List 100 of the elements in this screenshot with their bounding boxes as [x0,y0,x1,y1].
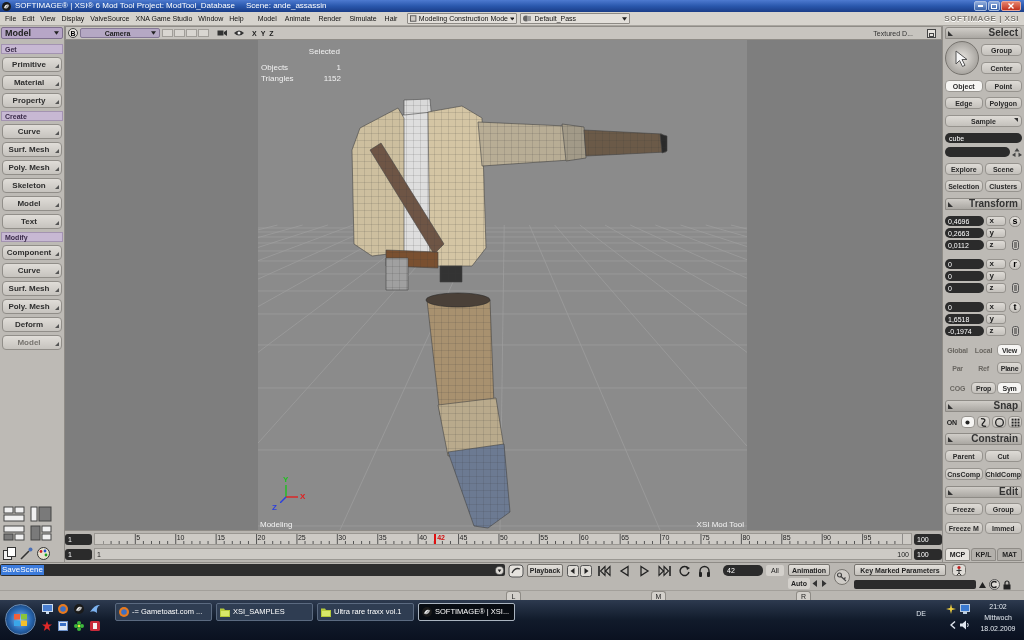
flower-icon[interactable] [74,621,84,631]
folder-icon [321,607,331,617]
star-icon[interactable] [42,621,52,631]
globe-icon[interactable] [58,604,68,614]
axis-button[interactable]: z [986,283,1007,293]
left-arrow-icon[interactable] [811,579,819,588]
menu-arrow-icon [55,82,59,86]
list-icon[interactable] [1011,326,1019,336]
arrows-icon[interactable] [1012,147,1022,157]
screen-icon[interactable] [960,604,970,614]
step-back-icon[interactable] [618,565,631,577]
toggle-slot[interactable] [198,29,209,37]
axis-gizmo-icon [280,485,298,503]
axis-button[interactable]: z [986,326,1007,336]
palette-icon[interactable] [37,547,50,560]
maximize-icon[interactable] [927,28,936,38]
next-frame-icon[interactable] [580,565,592,577]
collapse-arrow-icon[interactable] [948,30,953,36]
go-to-start-icon[interactable] [598,565,611,577]
folder-icon [220,607,230,617]
collapse-arrow-icon[interactable] [948,403,953,409]
list-icon[interactable] [1011,240,1019,250]
transform-tool-button[interactable]: r [1009,258,1022,270]
filter-field[interactable] [945,147,1010,157]
close-button[interactable] [1001,1,1021,11]
tool-button[interactable]: Poly. Mesh [2,299,62,314]
up-triangle-icon[interactable] [979,581,986,588]
previous-frame-icon[interactable] [567,565,579,577]
tool-button[interactable]: Curve [2,124,62,139]
headphones-icon[interactable] [698,565,711,577]
menu-arrow-icon [55,203,59,207]
viewport-layout-icon[interactable] [3,506,25,522]
axis-button[interactable]: z [986,240,1007,250]
tool-button[interactable]: Material [2,75,62,90]
bird-icon[interactable] [90,604,100,614]
square-icon [410,15,417,22]
collapse-arrow-icon[interactable] [948,489,953,495]
go-to-end-icon[interactable] [658,565,671,577]
toggle-slot[interactable] [174,29,185,37]
wand-icon[interactable] [20,547,33,560]
select-tool-button[interactable] [945,41,979,75]
copy-icon[interactable] [3,547,16,560]
axis-button[interactable]: y [986,228,1007,238]
tool-button[interactable]: Primitive [2,57,62,72]
tool-button[interactable]: Surf. Mesh [2,281,62,296]
transform-tool-button[interactable]: s [1009,215,1022,227]
viewport-layout-icon[interactable] [30,525,52,541]
axis-button[interactable]: x [986,216,1007,226]
window-icon[interactable] [58,621,68,631]
axis-button[interactable]: y [986,314,1007,324]
tool-button[interactable]: Text [2,214,62,229]
snap-button[interactable] [976,416,991,428]
list-icon[interactable] [1011,283,1019,293]
tool-button[interactable]: Model [2,196,62,211]
monitor-icon[interactable] [42,604,53,614]
chevron-left-icon[interactable] [950,621,956,629]
collapse-arrow-icon[interactable] [948,436,953,442]
key-field[interactable] [854,580,976,589]
tool-button[interactable]: Deform [2,317,62,332]
menu-arrow-icon [55,167,59,171]
play-icon[interactable] [638,565,651,577]
loop-icon[interactable] [678,565,691,577]
snap-button[interactable] [992,416,1007,428]
viewport-layout-icon[interactable] [30,506,52,522]
playhead[interactable] [434,534,437,544]
caret-icon [509,16,515,21]
lock-icon[interactable] [1003,579,1011,590]
key-icon[interactable] [834,569,850,585]
snap-button[interactable] [960,416,975,428]
camera-icon[interactable] [217,29,227,37]
axis-button[interactable]: x [986,259,1007,269]
tool-button[interactable]: Skeleton [2,178,62,193]
tile-icon[interactable] [90,621,100,631]
toggle-slot[interactable] [162,29,173,37]
tool-button[interactable]: Property [2,93,62,108]
transform-tool-button[interactable]: t [1009,301,1022,313]
maximize-button[interactable] [988,1,1000,11]
toolbar-dropdown[interactable]: Model [1,27,63,39]
collapse-arrow-icon[interactable] [948,201,953,207]
sparkle-icon[interactable] [946,604,956,614]
tool-button[interactable]: Component [2,245,62,260]
tool-button[interactable]: Surf. Mesh [2,142,62,157]
minimize-button[interactable] [974,1,987,11]
panel-title: Edit [999,487,1018,497]
tool-button[interactable]: Curve [2,263,62,278]
axis-button[interactable]: y [986,271,1007,281]
start-button[interactable] [5,604,36,635]
circle-arc-icon[interactable] [989,579,1000,590]
figure-icon[interactable] [952,564,966,576]
dot-icon [963,417,973,427]
snap-button[interactable] [1008,416,1023,428]
toggle-slot[interactable] [186,29,197,37]
right-arrow-icon[interactable] [820,579,828,588]
command-field[interactable]: SaveScene [0,564,505,576]
tool-button[interactable]: Poly. Mesh [2,160,62,175]
curve-tile-icon[interactable] [508,564,524,578]
volume-icon[interactable] [960,620,970,630]
axis-button[interactable]: x [986,302,1007,312]
viewport-layout-icon[interactable] [3,525,25,541]
eye-icon[interactable] [234,30,244,36]
